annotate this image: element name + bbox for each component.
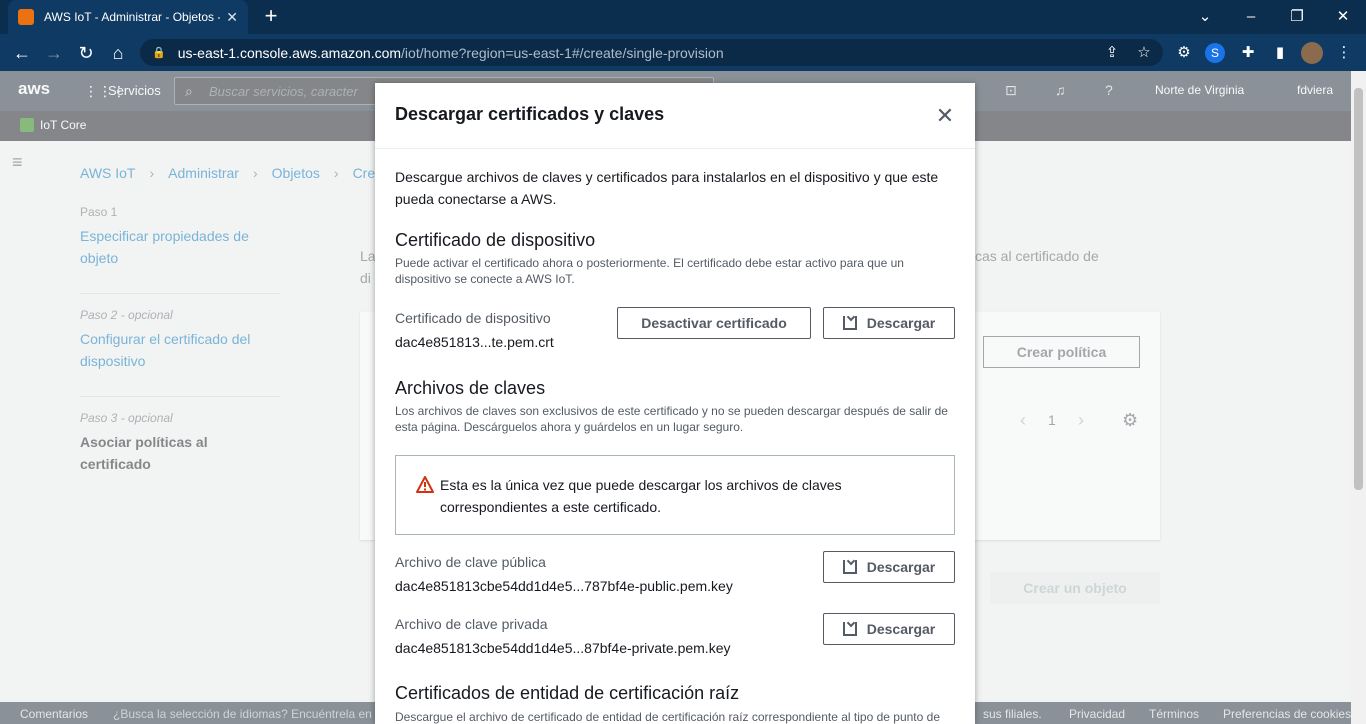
extension-icon[interactable]: ⚙: [1173, 42, 1195, 64]
warning-text: Esta es la única vez que puede descargar…: [440, 477, 842, 515]
lock-icon: 🔒: [152, 47, 166, 59]
modal-header: Descargar certificados y claves ✕: [375, 83, 975, 149]
address-bar[interactable]: 🔒 us-east-1.console.aws.amazon.com/iot/h…: [140, 39, 1163, 66]
new-tab-icon[interactable]: +: [260, 5, 282, 27]
download-public-key-button[interactable]: Descargar: [823, 551, 955, 583]
tab-search-icon[interactable]: ⌄: [1193, 5, 1217, 29]
deactivate-label: Desactivar certificado: [641, 315, 787, 331]
download-icon: [842, 560, 857, 574]
menu-kebab-icon[interactable]: ⋮: [1333, 42, 1355, 64]
browser-tab[interactable]: AWS IoT - Administrar - Objetos - ✕: [8, 0, 248, 34]
close-window-icon[interactable]: ✕: [1331, 5, 1355, 29]
cert-heading: Certificado de dispositivo: [395, 230, 596, 250]
back-icon[interactable]: ←: [10, 41, 34, 65]
modal-intro: Descargue archivos de claves y certifica…: [395, 169, 939, 207]
download-private-key-button[interactable]: Descargar: [823, 613, 955, 645]
cert-label: Certificado de dispositivo: [395, 310, 551, 326]
warning-alert: Esta es la única vez que puede descargar…: [395, 455, 955, 535]
close-tab-icon[interactable]: ✕: [226, 9, 238, 26]
download-label: Descargar: [866, 559, 936, 575]
url-host: us-east-1.console.aws.amazon.com: [177, 44, 402, 61]
download-label: Descargar: [866, 315, 936, 331]
cert-description: Puede activar el certificado ahora o pos…: [395, 256, 904, 286]
deactivate-certificate-button[interactable]: Desactivar certificado: [617, 307, 811, 339]
keys-description: Los archivos de claves son exclusivos de…: [395, 404, 948, 434]
root-ca-heading: Certificados de entidad de certificación…: [395, 683, 740, 703]
download-icon: [842, 622, 857, 636]
puzzle-extensions-icon[interactable]: ✚: [1237, 42, 1259, 64]
shazam-extension-icon[interactable]: S: [1205, 43, 1225, 63]
warning-icon: [416, 476, 434, 493]
forward-icon[interactable]: →: [42, 41, 66, 65]
minimize-icon[interactable]: –: [1239, 5, 1263, 29]
profile-avatar[interactable]: [1301, 42, 1323, 64]
close-icon[interactable]: ✕: [933, 104, 957, 128]
tab-title: AWS IoT - Administrar - Objetos -: [44, 10, 221, 24]
reload-icon[interactable]: ↻: [74, 41, 98, 65]
keys-heading: Archivos de claves: [395, 378, 546, 398]
modal-title: Descargar certificados y claves: [395, 104, 665, 124]
download-certificates-modal: Descargar certificados y claves ✕ Descar…: [375, 83, 975, 724]
scrollbar-thumb[interactable]: [1354, 88, 1363, 490]
download-certificate-button[interactable]: Descargar: [823, 307, 955, 339]
restore-icon[interactable]: ❐: [1285, 5, 1309, 29]
share-icon[interactable]: ⇪: [1101, 42, 1123, 64]
root-ca-description: Descargue el archivo de certificado de e…: [395, 710, 940, 724]
home-icon[interactable]: ⌂: [106, 41, 130, 65]
side-panel-icon[interactable]: ▮: [1269, 42, 1291, 64]
aws-favicon-icon: [18, 9, 34, 25]
download-icon: [842, 316, 857, 330]
cert-filename: dac4e851813...te.pem.crt: [395, 334, 554, 350]
url-path: /iot/home?region=us-east-1#/create/singl…: [401, 44, 724, 61]
bookmark-star-icon[interactable]: ☆: [1133, 42, 1155, 64]
download-label: Descargar: [866, 621, 936, 637]
